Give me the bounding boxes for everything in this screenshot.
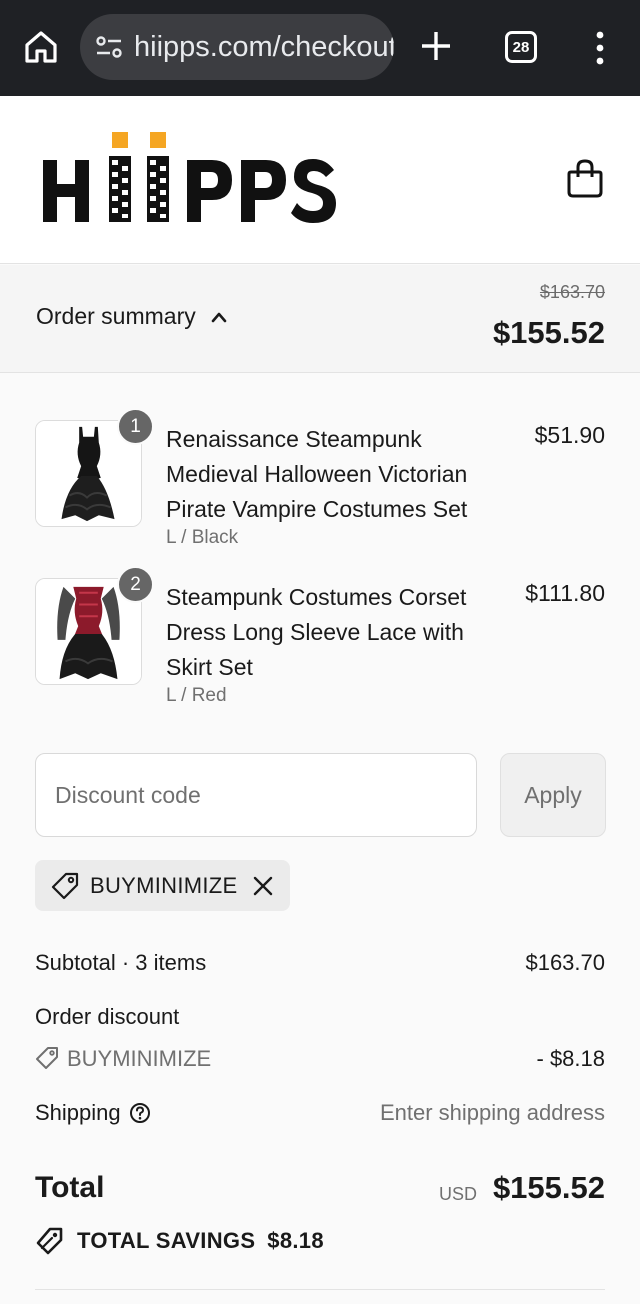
shopping-bag-icon[interactable] <box>566 158 604 198</box>
site-settings-icon[interactable] <box>94 32 124 62</box>
savings-label: TOTAL SAVINGS <box>77 1228 256 1253</box>
tag-icon <box>36 1047 58 1069</box>
shipping-value: Enter shipping address <box>379 1100 605 1125</box>
discount-code-row: BUYMINIMIZE <box>35 1046 211 1072</box>
subtotal-label: Subtotal · 3 items <box>35 950 207 975</box>
item-title: Steampunk Costumes Corset Dress Long Sle… <box>166 584 467 680</box>
item-variant: L / Red <box>166 685 227 706</box>
more-options-icon[interactable] <box>593 30 607 66</box>
home-icon[interactable] <box>22 28 60 66</box>
total-savings: TOTAL SAVINGS $8.18 <box>35 1226 324 1256</box>
apply-button[interactable]: Apply <box>500 753 606 837</box>
logo[interactable] <box>40 132 340 228</box>
quantity-badge: 1 <box>117 408 154 445</box>
item-title: Renaissance Steampunk Medieval Halloween… <box>166 426 468 522</box>
chevron-up-icon <box>211 312 227 322</box>
currency-code: USD <box>438 1184 477 1204</box>
savings-tag-icon <box>36 1227 63 1255</box>
address-bar[interactable]: hiipps.com/checkout <box>80 14 394 80</box>
summary-total: $155.52 <box>492 315 605 350</box>
discount-code-input[interactable] <box>35 753 477 837</box>
subtotal-value: $163.70 <box>525 950 605 975</box>
savings-value: $8.18 <box>267 1228 324 1253</box>
url-text: hiipps.com/checkout <box>134 30 394 63</box>
line-item: 1 Renaissance Steampunk Medieval Hallowe… <box>0 408 640 560</box>
discount-value: - $8.18 <box>536 1046 606 1071</box>
item-price: $111.80 <box>525 580 605 606</box>
site-header <box>0 96 640 264</box>
shipping-row: Shipping <box>35 1100 151 1126</box>
tabs-icon[interactable]: 28 <box>505 31 537 63</box>
applied-discount-chip: BUYMINIMIZE <box>35 860 290 911</box>
order-summary-toggle[interactable]: Order summary <box>36 303 228 330</box>
close-icon[interactable] <box>252 875 274 897</box>
item-price: $51.90 <box>534 422 605 448</box>
order-summary-label: Order summary <box>36 303 196 329</box>
order-summary-bar: Order summary $163.70 $155.52 <box>0 265 640 373</box>
line-item: 2 Steampunk Costumes Corset Dress Long S… <box>0 566 640 718</box>
help-icon[interactable] <box>129 1102 151 1124</box>
applied-code: BUYMINIMIZE <box>90 872 238 898</box>
browser-toolbar: hiipps.com/checkout 28 <box>0 0 640 96</box>
item-variant: L / Black <box>166 527 239 548</box>
original-total: $163.70 <box>539 282 605 302</box>
discount-code-text: BUYMINIMIZE <box>67 1046 212 1071</box>
quantity-badge: 2 <box>117 566 154 603</box>
tag-icon <box>51 872 79 899</box>
new-tab-icon[interactable] <box>418 28 454 64</box>
total-label: Total <box>35 1171 105 1204</box>
order-discount-label: Order discount <box>35 1004 180 1029</box>
shipping-label: Shipping <box>35 1100 121 1125</box>
tab-count: 28 <box>512 38 530 56</box>
total-value: $155.52 <box>492 1170 605 1205</box>
divider <box>35 1289 605 1290</box>
